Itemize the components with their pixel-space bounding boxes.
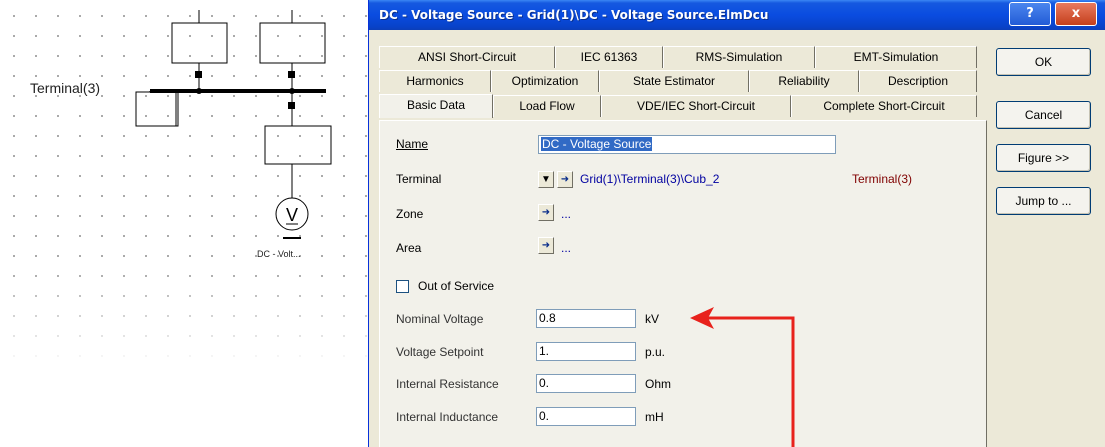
tab-basic-data[interactable]: Basic Data	[379, 94, 493, 118]
area-value[interactable]: ...	[561, 241, 571, 255]
internal-inductance-unit: mH	[645, 410, 664, 424]
help-button[interactable]: ?	[1009, 2, 1051, 26]
top-element-right	[259, 22, 326, 64]
internal-resistance-label: Internal Resistance	[396, 377, 499, 391]
internal-resistance-field[interactable]: 0.	[536, 374, 636, 393]
dialog-title: DC - Voltage Source - Grid(1)\DC - Volta…	[379, 8, 769, 22]
zone-label: Zone	[396, 207, 424, 221]
nominal-voltage-label: Nominal Voltage	[396, 312, 484, 326]
zone-jump-arrow-icon[interactable]: ➜	[538, 204, 554, 221]
tab-emt-simulation[interactable]: EMT-Simulation	[815, 46, 977, 68]
terminal-dropdown-icon[interactable]: ▼	[538, 171, 554, 188]
tab-ansi-short-circuit[interactable]: ANSI Short-Circuit	[379, 46, 555, 68]
tab-state-estimator[interactable]: State Estimator	[599, 70, 749, 92]
tab-vde-iec-short-circuit[interactable]: VDE/IEC Short-Circuit	[601, 95, 791, 117]
terminal-label: Terminal	[396, 172, 442, 186]
tab-reliability[interactable]: Reliability	[749, 70, 859, 92]
internal-inductance-label: Internal Inductance	[396, 410, 499, 424]
schematic-drawing: V	[135, 10, 332, 239]
nominal-voltage-unit: kV	[645, 312, 660, 326]
element-dialog: DC - Voltage Source - Grid(1)\DC - Volta…	[368, 0, 1105, 447]
terminal-label[interactable]: Terminal(3)	[30, 80, 100, 96]
tab-rms-simulation[interactable]: RMS-Simulation	[663, 46, 815, 68]
tab-optimization[interactable]: Optimization	[491, 70, 599, 92]
terminal-name: Terminal(3)	[852, 172, 913, 186]
tab-load-flow[interactable]: Load Flow	[493, 95, 601, 117]
jump-to-button[interactable]: Jump to ...	[996, 187, 1091, 215]
name-field[interactable]: DC - Voltage Source	[538, 135, 836, 154]
internal-inductance-field[interactable]: 0.	[536, 407, 636, 426]
tab-harmonics[interactable]: Harmonics	[379, 70, 491, 92]
zone-value[interactable]: ...	[561, 207, 571, 221]
voltage-setpoint-label: Voltage Setpoint	[396, 345, 484, 359]
ok-button[interactable]: OK	[996, 48, 1091, 76]
out-of-service-label: Out of Service	[418, 279, 495, 293]
tab-iec-61363[interactable]: IEC 61363	[555, 46, 663, 68]
top-element-left	[171, 22, 228, 64]
name-label: Name	[396, 137, 429, 151]
schematic-canvas[interactable]: V Terminal(3) DC - Volt...	[0, 0, 368, 447]
source-frame-box	[264, 125, 332, 165]
voltage-setpoint-field[interactable]: 1.	[536, 342, 636, 361]
internal-resistance-unit: Ohm	[645, 377, 672, 391]
nominal-voltage-field[interactable]: 0.8	[536, 309, 636, 328]
voltage-source-glyph: V	[286, 205, 298, 225]
area-label: Area	[396, 241, 422, 255]
tab-description[interactable]: Description	[859, 70, 977, 92]
voltage-setpoint-unit: p.u.	[645, 345, 666, 359]
figure-button[interactable]: Figure >>	[996, 144, 1091, 172]
terminal-box	[135, 91, 179, 127]
out-of-service-checkbox[interactable]	[396, 280, 409, 293]
terminal-path-link[interactable]: Grid(1)\Terminal(3)\Cub_2	[580, 172, 719, 186]
area-jump-arrow-icon[interactable]: ➜	[538, 237, 554, 254]
cancel-button[interactable]: Cancel	[996, 101, 1091, 129]
terminal-jump-arrow-icon[interactable]: ➜	[557, 171, 573, 188]
device-label[interactable]: DC - Volt...	[257, 249, 301, 259]
tab-complete-short-circuit[interactable]: Complete Short-Circuit	[791, 95, 977, 117]
basic-data-panel: Name DC - Voltage Source Terminal ▼ ➜ Gr…	[379, 120, 987, 447]
close-button[interactable]: x	[1055, 2, 1097, 26]
title-bar[interactable]: DC - Voltage Source - Grid(1)\DC - Volta…	[369, 0, 1105, 30]
